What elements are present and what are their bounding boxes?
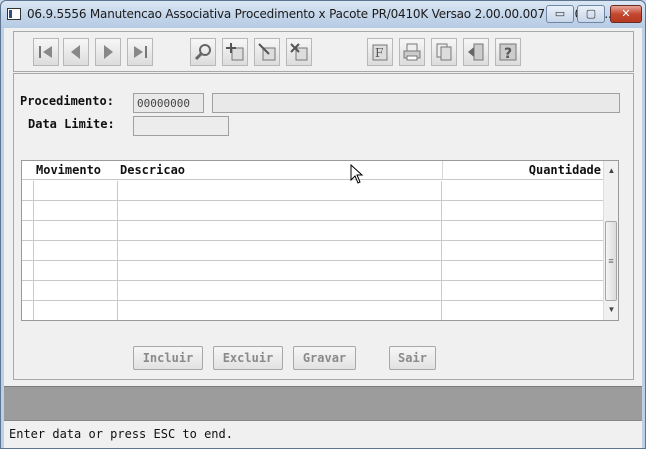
client-area: F ? Procedimento: 00000000 Data Limite: [4, 28, 642, 448]
procedimento-label: Procedimento: [20, 94, 114, 108]
window-title: 06.9.5556 Manutencao Associativa Procedi… [27, 7, 612, 21]
message-area [4, 386, 642, 420]
procedimento-code-field[interactable]: 00000000 [133, 93, 204, 113]
column-header-descricao[interactable]: Descricao [120, 163, 185, 177]
column-header-movimento[interactable]: Movimento [36, 163, 101, 177]
row-selector[interactable] [22, 181, 34, 201]
filter-button[interactable]: F [367, 38, 393, 66]
next-icon [104, 45, 113, 59]
delete-button[interactable] [286, 38, 312, 66]
svg-text:F: F [375, 46, 383, 60]
row-selector[interactable] [22, 201, 34, 221]
row-selector[interactable] [22, 261, 34, 281]
table-row[interactable] [22, 201, 605, 221]
table-row[interactable] [22, 181, 605, 201]
incluir-button[interactable]: Incluir [133, 346, 203, 370]
maximize-icon: ▢ [585, 8, 597, 20]
table-row[interactable] [22, 221, 605, 241]
edit-button[interactable] [254, 38, 280, 66]
scroll-thumb[interactable]: ≡ [605, 221, 617, 301]
close-icon: ✕ [621, 8, 631, 20]
table-cell-descricao[interactable] [118, 241, 442, 261]
row-selector[interactable] [22, 301, 34, 320]
copy-icon [436, 43, 452, 61]
scroll-down-icon[interactable]: ▼ [604, 302, 618, 318]
copy-button[interactable] [431, 38, 457, 66]
row-selector[interactable] [22, 281, 34, 301]
add-button[interactable] [222, 38, 248, 66]
table-cell-quantidade[interactable] [442, 201, 605, 221]
add-icon [226, 43, 244, 61]
grid-header: Movimento Descricao Quantidade [22, 161, 605, 180]
delete-icon [290, 43, 308, 61]
table-row[interactable] [22, 241, 605, 261]
first-icon [39, 46, 52, 58]
help-icon: ? [499, 43, 517, 62]
gravar-button[interactable]: Gravar [293, 346, 356, 370]
table-cell-descricao[interactable] [118, 281, 442, 301]
mouse-pointer-icon [350, 164, 364, 184]
table-cell-descricao[interactable] [118, 201, 442, 221]
table-cell-movimento[interactable] [34, 181, 118, 201]
table-cell-movimento[interactable] [34, 241, 118, 261]
table-cell-quantidade[interactable] [442, 181, 605, 201]
table-row[interactable] [22, 301, 605, 320]
table-cell-quantidade[interactable] [442, 261, 605, 281]
toolbar: F ? [13, 31, 634, 72]
print-button[interactable] [399, 38, 425, 66]
print-icon [403, 43, 421, 61]
table-cell-quantidade[interactable] [442, 301, 605, 320]
status-message: Enter data or press ESC to end. [9, 427, 233, 441]
previous-icon [71, 45, 80, 59]
minimize-icon: ▭ [554, 8, 566, 20]
app-icon[interactable] [7, 8, 21, 20]
help-button[interactable]: ? [495, 38, 521, 66]
movimento-grid[interactable]: Movimento Descricao Quantidade ▲ ≡ ▼ [21, 160, 619, 321]
table-cell-descricao[interactable] [118, 221, 442, 241]
table-cell-movimento[interactable] [34, 301, 118, 320]
search-icon [194, 44, 211, 61]
first-record-button[interactable] [33, 38, 59, 66]
table-cell-movimento[interactable] [34, 261, 118, 281]
exit-icon [468, 43, 484, 61]
table-cell-descricao[interactable] [118, 261, 442, 281]
status-bar: Enter data or press ESC to end. [4, 420, 642, 448]
maximize-button[interactable]: ▢ [577, 5, 605, 23]
scroll-up-icon[interactable]: ▲ [604, 163, 618, 179]
procedimento-description-field [212, 93, 620, 113]
row-selector[interactable] [22, 221, 34, 241]
table-cell-descricao[interactable] [118, 181, 442, 201]
last-icon [134, 46, 147, 58]
next-record-button[interactable] [95, 38, 121, 66]
table-cell-movimento[interactable] [34, 201, 118, 221]
sair-button[interactable]: Sair [389, 346, 436, 370]
table-row[interactable] [22, 261, 605, 281]
table-cell-quantidade[interactable] [442, 221, 605, 241]
edit-icon [258, 43, 276, 61]
grid-vertical-scrollbar[interactable]: ▲ ≡ ▼ [603, 161, 618, 320]
form-panel: Procedimento: 00000000 Data Limite: Movi… [13, 73, 634, 380]
table-cell-descricao[interactable] [118, 301, 442, 320]
data-limite-label: Data Limite: [28, 117, 115, 131]
last-record-button[interactable] [127, 38, 153, 66]
table-row[interactable] [22, 281, 605, 301]
excluir-button[interactable]: Excluir [213, 346, 283, 370]
minimize-button[interactable]: ▭ [546, 5, 574, 23]
exit-button[interactable] [463, 38, 489, 66]
previous-record-button[interactable] [63, 38, 89, 66]
table-cell-quantidade[interactable] [442, 241, 605, 261]
svg-text:?: ? [504, 46, 512, 62]
table-cell-movimento[interactable] [34, 281, 118, 301]
search-button[interactable] [190, 38, 216, 66]
row-selector[interactable] [22, 241, 34, 261]
table-cell-movimento[interactable] [34, 221, 118, 241]
data-limite-field[interactable] [133, 116, 229, 136]
title-bar[interactable]: 06.9.5556 Manutencao Associativa Procedi… [1, 1, 645, 28]
column-header-quantidade[interactable]: Quantidade [529, 163, 601, 177]
filter-icon: F [372, 44, 388, 61]
table-cell-quantidade[interactable] [442, 281, 605, 301]
application-window: 06.9.5556 Manutencao Associativa Procedi… [0, 0, 646, 449]
close-button[interactable]: ✕ [610, 5, 642, 23]
